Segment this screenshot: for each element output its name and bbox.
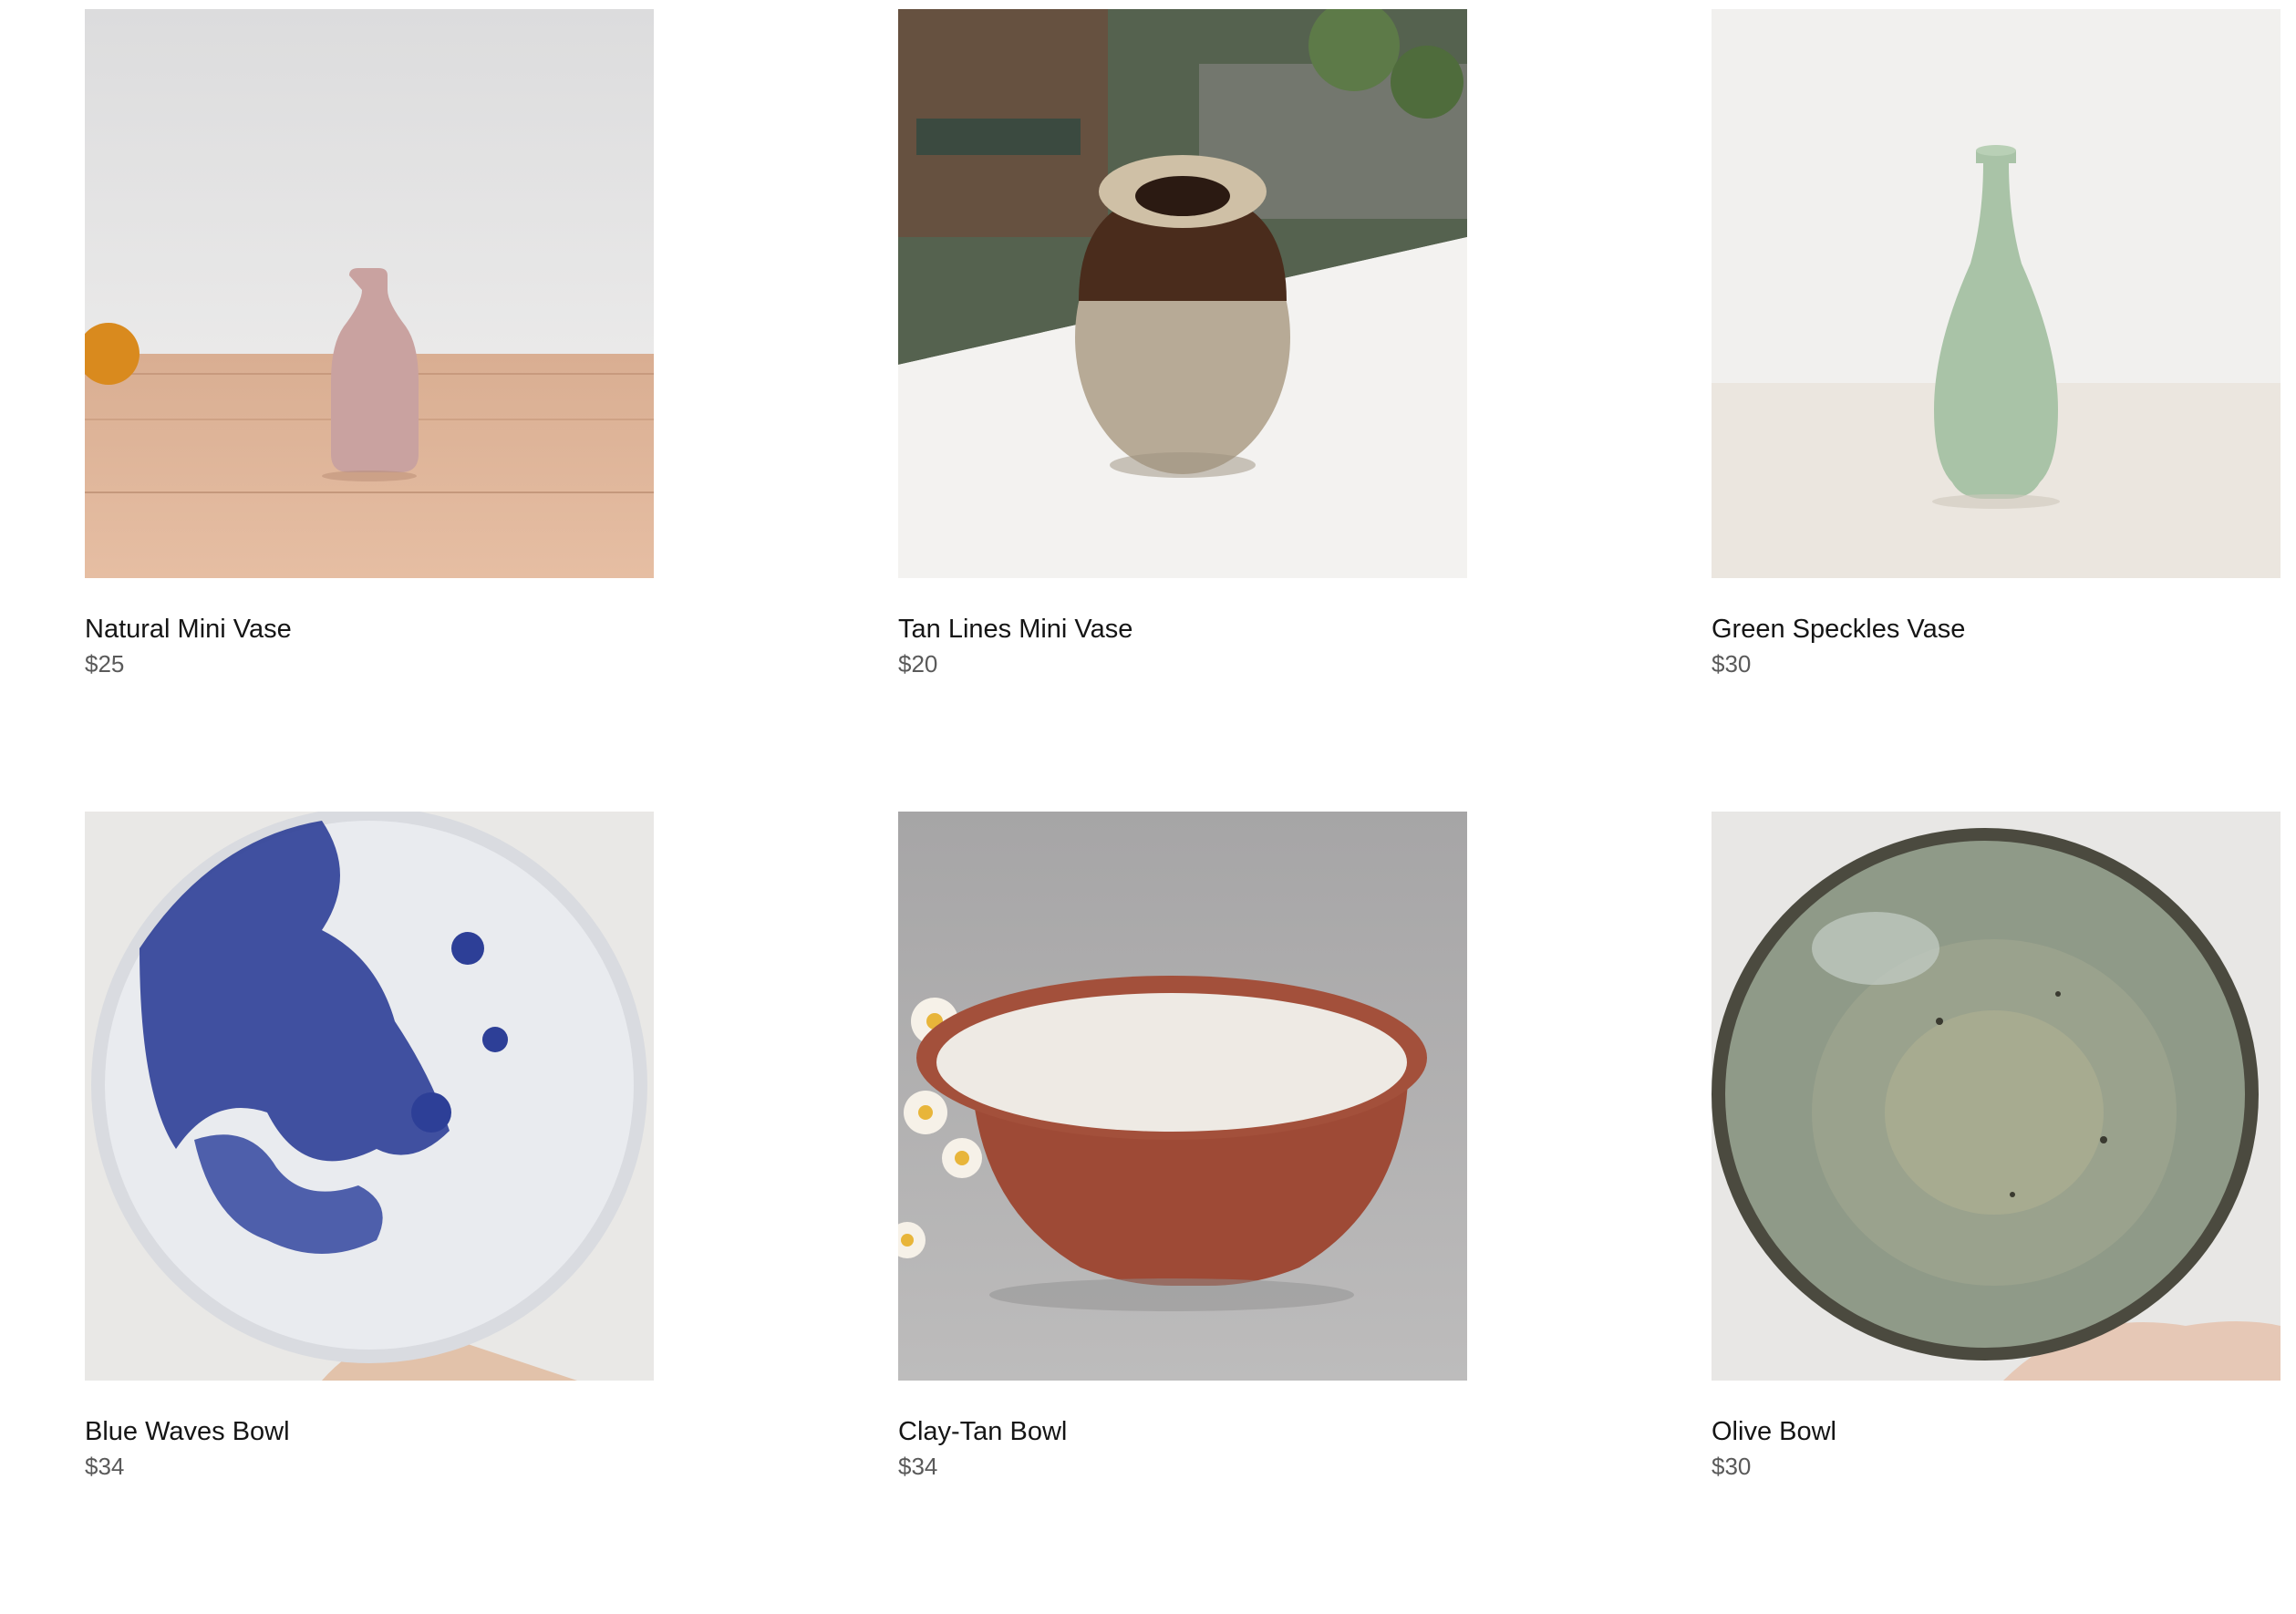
product-price: $30	[1712, 1453, 1752, 1480]
product-name[interactable]: Olive Bowl	[1712, 1415, 1836, 1448]
product-price: $34	[85, 1453, 125, 1480]
product-name[interactable]: Clay-Tan Bowl	[898, 1415, 1067, 1448]
product-image[interactable]	[85, 9, 654, 578]
product-card[interactable]: Green Speckles Vase $30	[1712, 9, 2280, 812]
product-name[interactable]: Tan Lines Mini Vase	[898, 613, 1132, 646]
product-name[interactable]: Natural Mini Vase	[85, 613, 292, 646]
olive-bowl-photo-icon	[1712, 812, 2280, 1381]
product-price: $25	[85, 650, 125, 678]
product-image[interactable]	[898, 812, 1467, 1381]
product-card[interactable]: Blue Waves Bowl $34	[85, 812, 654, 1614]
product-name[interactable]: Green Speckles Vase	[1712, 613, 1965, 646]
blue-waves-bowl-photo-icon	[85, 812, 654, 1381]
product-card[interactable]: Tan Lines Mini Vase $20	[898, 9, 1467, 812]
product-price: $30	[1712, 650, 1752, 678]
tan-lines-mini-vase-photo-icon	[898, 9, 1467, 578]
product-grid: Natural Mini Vase $25 Tan Lines Mini Vas…	[85, 9, 2280, 1614]
green-speckles-vase-photo-icon	[1712, 9, 2280, 578]
product-image[interactable]	[1712, 812, 2280, 1381]
product-price: $34	[898, 1453, 938, 1480]
clay-tan-bowl-photo-icon	[898, 812, 1467, 1381]
product-price: $20	[898, 650, 938, 678]
product-card[interactable]: Clay-Tan Bowl $34	[898, 812, 1467, 1614]
product-card[interactable]: Natural Mini Vase $25	[85, 9, 654, 812]
product-image[interactable]	[898, 9, 1467, 578]
product-image[interactable]	[85, 812, 654, 1381]
product-name[interactable]: Blue Waves Bowl	[85, 1415, 290, 1448]
product-image[interactable]	[1712, 9, 2280, 578]
product-card[interactable]: Olive Bowl $30	[1712, 812, 2280, 1614]
natural-mini-vase-photo-icon	[85, 9, 654, 578]
